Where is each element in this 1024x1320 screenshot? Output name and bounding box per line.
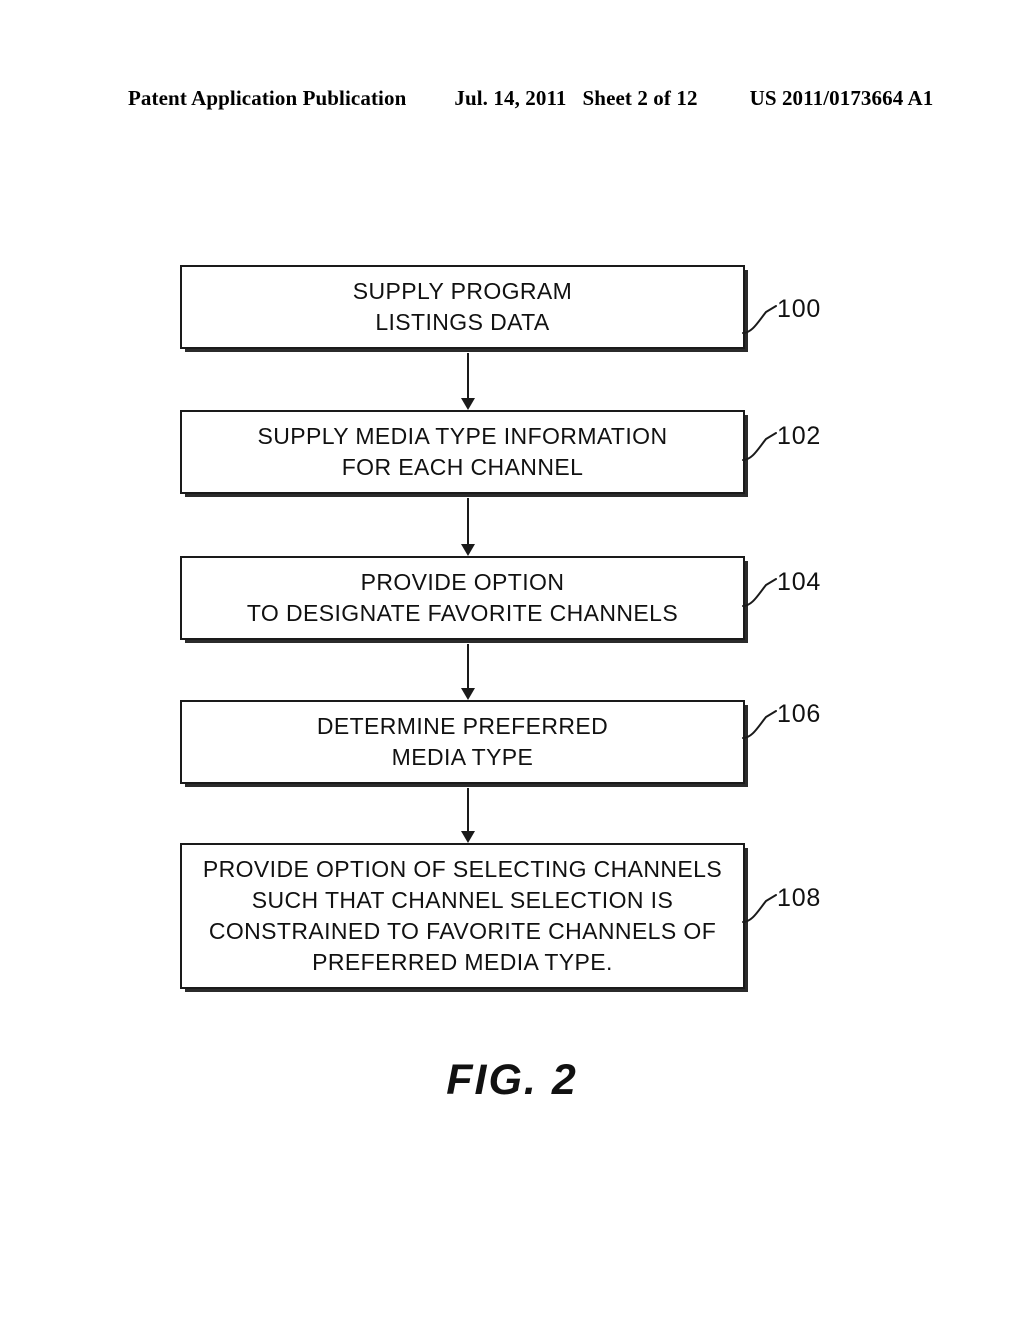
flowchart-node-102-label: SUPPLY MEDIA TYPE INFORMATION FOR EACH C… [257,423,668,480]
arrowhead-down-icon [461,398,475,410]
arrowhead-down-icon [461,688,475,700]
reference-leader-108 [742,889,782,923]
reference-numeral-104: 104 [777,568,822,596]
flowchart-connector-100-102 [461,353,475,410]
reference-numeral-106: 106 [777,700,822,728]
flowchart-node-104-label: PROVIDE OPTION TO DESIGNATE FAVORITE CHA… [246,569,679,626]
flowchart-connector-106-108 [461,788,475,843]
reference-leader-102 [742,427,782,461]
reference-numeral-108: 108 [777,884,822,912]
flowchart-node-106-label: DETERMINE PREFERRED MEDIA TYPE [316,713,609,770]
connector-stem [467,788,469,832]
arrowhead-down-icon [461,831,475,843]
connector-stem [467,353,469,399]
reference-numeral-102: 102 [777,422,822,450]
reference-leader-104 [742,573,782,607]
connector-stem [467,644,469,689]
flowchart-node-108: PROVIDE OPTION OF SELECTING CHANNELS SUC… [180,843,745,989]
flowchart-connector-104-106 [461,644,475,700]
connector-stem [467,498,469,545]
flowchart-figure: SUPPLY PROGRAM LISTINGS DATA 100 SUPPLY … [0,0,1024,1320]
reference-numeral-100: 100 [777,295,822,323]
reference-leader-100 [742,300,782,334]
flowchart-node-100-label: SUPPLY PROGRAM LISTINGS DATA [352,278,573,335]
flowchart-node-100: SUPPLY PROGRAM LISTINGS DATA [180,265,745,349]
arrowhead-down-icon [461,544,475,556]
reference-leader-106 [742,705,782,739]
flowchart-node-106: DETERMINE PREFERRED MEDIA TYPE [180,700,745,784]
figure-caption: FIG. 2 [446,1056,578,1104]
flowchart-connector-102-104 [461,498,475,556]
flowchart-node-104: PROVIDE OPTION TO DESIGNATE FAVORITE CHA… [180,556,745,640]
flowchart-node-108-label: PROVIDE OPTION OF SELECTING CHANNELS SUC… [202,856,723,975]
flowchart-node-102: SUPPLY MEDIA TYPE INFORMATION FOR EACH C… [180,410,745,494]
